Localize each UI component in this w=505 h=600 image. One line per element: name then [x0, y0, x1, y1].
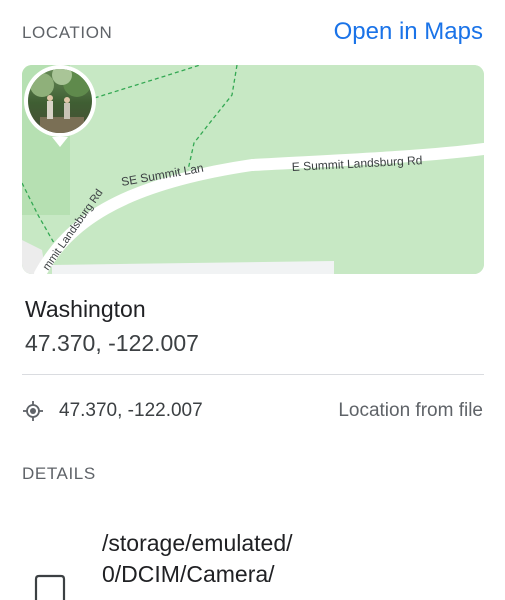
file-path-line-2: 0/DCIM/Camera/ — [102, 561, 275, 587]
location-header: LOCATION — [22, 23, 113, 42]
place-name: Washington — [25, 296, 146, 322]
location-map[interactable]: mmit Landsburg Rd SE Summit Lan E Summit… — [22, 65, 484, 274]
file-path-line-1: /storage/emulated/ — [102, 530, 293, 556]
details-header: DETAILS — [22, 464, 96, 483]
place-coordinates: 47.370, -122.007 — [25, 330, 199, 356]
location-source-label: Location from file — [338, 400, 483, 421]
file-location-coordinates: 47.370, -122.007 — [59, 400, 203, 421]
gps-icon — [23, 401, 43, 421]
open-in-maps-link[interactable]: Open in Maps — [334, 18, 483, 46]
divider — [22, 374, 484, 375]
photo-location-pin[interactable] — [22, 65, 98, 149]
file-icon — [34, 574, 66, 600]
file-path: /storage/emulated/ 0/DCIM/Camera/ — [102, 528, 342, 590]
